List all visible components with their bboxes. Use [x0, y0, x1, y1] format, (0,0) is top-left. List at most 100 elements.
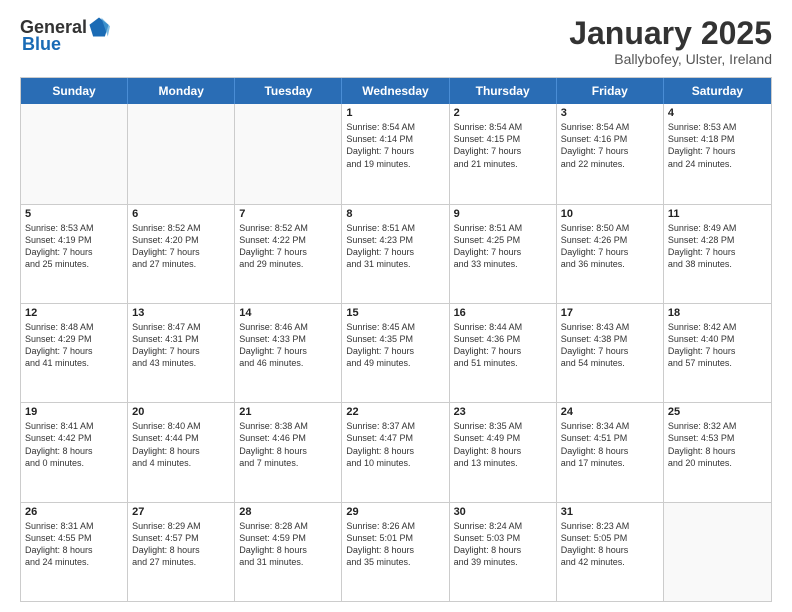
header: General Blue January 2025 Ballybofey, Ul… [20, 16, 772, 67]
cell-info: Sunrise: 8:23 AM Sunset: 5:05 PM Dayligh… [561, 520, 659, 569]
cell-info: Sunrise: 8:51 AM Sunset: 4:25 PM Dayligh… [454, 222, 552, 271]
day-header-tuesday: Tuesday [235, 78, 342, 104]
cell-day-number: 17 [561, 307, 659, 319]
cell-day-number: 16 [454, 307, 552, 319]
cell-day-number: 26 [25, 506, 123, 518]
cell-day-number: 11 [668, 208, 767, 220]
calendar-row: 5 Sunrise: 8:53 AM Sunset: 4:19 PM Daylig… [21, 204, 771, 303]
cell-info: Sunrise: 8:37 AM Sunset: 4:47 PM Dayligh… [346, 420, 444, 469]
calendar-row: 12 Sunrise: 8:48 AM Sunset: 4:29 PM Dayli… [21, 303, 771, 402]
cell-info: Sunrise: 8:48 AM Sunset: 4:29 PM Dayligh… [25, 321, 123, 370]
cell-info: Sunrise: 8:32 AM Sunset: 4:53 PM Dayligh… [668, 420, 767, 469]
calendar-cell-18: 18Sunrise: 8:42 AM Sunset: 4:40 PM Dayli… [664, 304, 771, 402]
cell-day-number: 22 [346, 406, 444, 418]
calendar-cell-16: 16Sunrise: 8:44 AM Sunset: 4:36 PM Dayli… [450, 304, 557, 402]
calendar-cell-27: 27 Sunrise: 8:29 AM Sunset: 4:57 PM Dayli… [128, 503, 235, 601]
cell-day-number: 25 [668, 406, 767, 418]
cell-day-number: 13 [132, 307, 230, 319]
calendar: SundayMondayTuesdayWednesdayThursdayFrid… [20, 77, 772, 602]
day-header-sunday: Sunday [21, 78, 128, 104]
calendar-cell-15: 15 Sunrise: 8:45 AM Sunset: 4:35 PM Dayli… [342, 304, 449, 402]
calendar-row: 1 Sunrise: 8:54 AM Sunset: 4:14 PM Daylig… [21, 104, 771, 203]
cell-info: Sunrise: 8:26 AM Sunset: 5:01 PM Dayligh… [346, 520, 444, 569]
page: General Blue January 2025 Ballybofey, Ul… [0, 0, 792, 612]
calendar-cell-24: 24 Sunrise: 8:34 AM Sunset: 4:51 PM Dayli… [557, 403, 664, 501]
cell-day-number: 15 [346, 307, 444, 319]
cell-day-number: 2 [454, 107, 552, 119]
calendar-cell-14: 14Sunrise: 8:46 AM Sunset: 4:33 PM Dayli… [235, 304, 342, 402]
calendar-cell-7: 7 Sunrise: 8:52 AM Sunset: 4:22 PM Daylig… [235, 205, 342, 303]
cell-info: Sunrise: 8:43 AM Sunset: 4:38 PM Dayligh… [561, 321, 659, 370]
calendar-cell-28: 28 Sunrise: 8:28 AM Sunset: 4:59 PM Dayli… [235, 503, 342, 601]
calendar-cell-19: 19Sunrise: 8:41 AM Sunset: 4:42 PM Dayli… [21, 403, 128, 501]
day-header-thursday: Thursday [450, 78, 557, 104]
cell-day-number: 24 [561, 406, 659, 418]
cell-info: Sunrise: 8:29 AM Sunset: 4:57 PM Dayligh… [132, 520, 230, 569]
cell-day-number: 1 [346, 107, 444, 119]
day-headers: SundayMondayTuesdayWednesdayThursdayFrid… [21, 78, 771, 104]
calendar-cell-1: 1 Sunrise: 8:54 AM Sunset: 4:14 PM Daylig… [342, 104, 449, 203]
logo: General Blue [20, 16, 111, 55]
calendar-row: 26 Sunrise: 8:31 AM Sunset: 4:55 PM Dayli… [21, 502, 771, 601]
cell-info: Sunrise: 8:34 AM Sunset: 4:51 PM Dayligh… [561, 420, 659, 469]
calendar-cell-21: 21 Sunrise: 8:38 AM Sunset: 4:46 PM Dayli… [235, 403, 342, 501]
calendar-cell-20: 20Sunrise: 8:40 AM Sunset: 4:44 PM Dayli… [128, 403, 235, 501]
cell-info: Sunrise: 8:47 AM Sunset: 4:31 PM Dayligh… [132, 321, 230, 370]
cell-day-number: 9 [454, 208, 552, 220]
day-header-monday: Monday [128, 78, 235, 104]
cell-info: Sunrise: 8:45 AM Sunset: 4:35 PM Dayligh… [346, 321, 444, 370]
cell-day-number: 3 [561, 107, 659, 119]
calendar-cell-31: 31 Sunrise: 8:23 AM Sunset: 5:05 PM Dayli… [557, 503, 664, 601]
cell-info: Sunrise: 8:54 AM Sunset: 4:15 PM Dayligh… [454, 121, 552, 170]
cell-info: Sunrise: 8:35 AM Sunset: 4:49 PM Dayligh… [454, 420, 552, 469]
cell-day-number: 10 [561, 208, 659, 220]
calendar-row: 19Sunrise: 8:41 AM Sunset: 4:42 PM Dayli… [21, 402, 771, 501]
calendar-cell-empty [235, 104, 342, 203]
cell-info: Sunrise: 8:50 AM Sunset: 4:26 PM Dayligh… [561, 222, 659, 271]
calendar-cell-26: 26 Sunrise: 8:31 AM Sunset: 4:55 PM Dayli… [21, 503, 128, 601]
cell-info: Sunrise: 8:52 AM Sunset: 4:20 PM Dayligh… [132, 222, 230, 271]
cell-day-number: 21 [239, 406, 337, 418]
cell-info: Sunrise: 8:54 AM Sunset: 4:14 PM Dayligh… [346, 121, 444, 170]
cell-info: Sunrise: 8:31 AM Sunset: 4:55 PM Dayligh… [25, 520, 123, 569]
cell-day-number: 30 [454, 506, 552, 518]
calendar-cell-23: 23 Sunrise: 8:35 AM Sunset: 4:49 PM Dayli… [450, 403, 557, 501]
cell-day-number: 19 [25, 406, 123, 418]
calendar-cell-22: 22 Sunrise: 8:37 AM Sunset: 4:47 PM Dayli… [342, 403, 449, 501]
calendar-cell-17: 17 Sunrise: 8:43 AM Sunset: 4:38 PM Dayli… [557, 304, 664, 402]
calendar-cell-3: 3 Sunrise: 8:54 AM Sunset: 4:16 PM Daylig… [557, 104, 664, 203]
cell-day-number: 23 [454, 406, 552, 418]
cell-day-number: 6 [132, 208, 230, 220]
cell-day-number: 27 [132, 506, 230, 518]
calendar-body: 1 Sunrise: 8:54 AM Sunset: 4:14 PM Daylig… [21, 104, 771, 601]
cell-info: Sunrise: 8:54 AM Sunset: 4:16 PM Dayligh… [561, 121, 659, 170]
cell-info: Sunrise: 8:53 AM Sunset: 4:19 PM Dayligh… [25, 222, 123, 271]
cell-day-number: 7 [239, 208, 337, 220]
cell-day-number: 5 [25, 208, 123, 220]
calendar-cell-30: 30 Sunrise: 8:24 AM Sunset: 5:03 PM Dayli… [450, 503, 557, 601]
month-title: January 2025 [569, 16, 772, 51]
day-header-wednesday: Wednesday [342, 78, 449, 104]
cell-info: Sunrise: 8:38 AM Sunset: 4:46 PM Dayligh… [239, 420, 337, 469]
calendar-cell-9: 9 Sunrise: 8:51 AM Sunset: 4:25 PM Daylig… [450, 205, 557, 303]
cell-day-number: 31 [561, 506, 659, 518]
calendar-cell-empty [128, 104, 235, 203]
title-section: January 2025 Ballybofey, Ulster, Ireland [569, 16, 772, 67]
cell-info: Sunrise: 8:24 AM Sunset: 5:03 PM Dayligh… [454, 520, 552, 569]
cell-day-number: 29 [346, 506, 444, 518]
cell-info: Sunrise: 8:42 AM Sunset: 4:40 PM Dayligh… [668, 321, 767, 370]
cell-info: Sunrise: 8:52 AM Sunset: 4:22 PM Dayligh… [239, 222, 337, 271]
cell-info: Sunrise: 8:51 AM Sunset: 4:23 PM Dayligh… [346, 222, 444, 271]
calendar-cell-2: 2 Sunrise: 8:54 AM Sunset: 4:15 PM Daylig… [450, 104, 557, 203]
calendar-cell-6: 6 Sunrise: 8:52 AM Sunset: 4:20 PM Daylig… [128, 205, 235, 303]
calendar-cell-empty [21, 104, 128, 203]
cell-info: Sunrise: 8:53 AM Sunset: 4:18 PM Dayligh… [668, 121, 767, 170]
calendar-cell-12: 12 Sunrise: 8:48 AM Sunset: 4:29 PM Dayli… [21, 304, 128, 402]
calendar-cell-29: 29 Sunrise: 8:26 AM Sunset: 5:01 PM Dayli… [342, 503, 449, 601]
cell-info: Sunrise: 8:28 AM Sunset: 4:59 PM Dayligh… [239, 520, 337, 569]
cell-day-number: 28 [239, 506, 337, 518]
cell-info: Sunrise: 8:40 AM Sunset: 4:44 PM Dayligh… [132, 420, 230, 469]
calendar-cell-5: 5 Sunrise: 8:53 AM Sunset: 4:19 PM Daylig… [21, 205, 128, 303]
cell-day-number: 12 [25, 307, 123, 319]
day-header-saturday: Saturday [664, 78, 771, 104]
